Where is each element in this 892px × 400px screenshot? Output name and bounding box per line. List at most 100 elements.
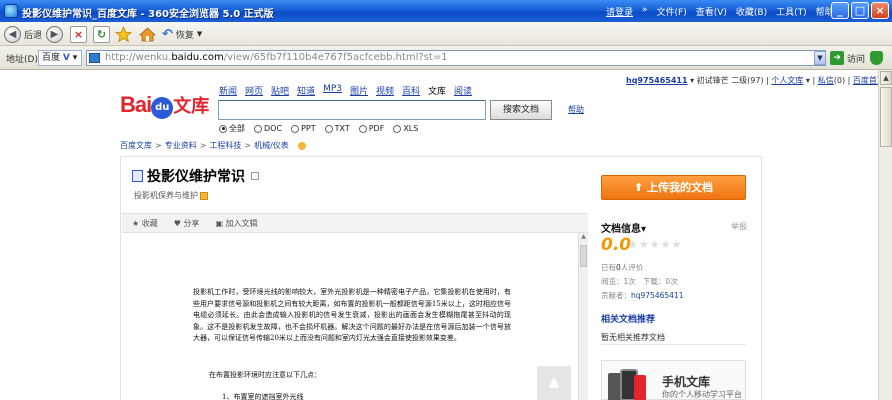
nav-news[interactable]: 新闻: [219, 84, 237, 97]
back-to-top-button[interactable]: ▲: [537, 366, 571, 400]
chevron-down-icon: ▼: [196, 30, 203, 38]
doc-info-icon[interactable]: [251, 172, 259, 180]
home-button[interactable]: [139, 24, 156, 44]
page-scroll-thumb[interactable]: [880, 87, 892, 147]
share-button[interactable]: ♥ 分享: [174, 218, 200, 229]
reader-scroll-thumb[interactable]: [580, 245, 587, 267]
nav-images[interactable]: 图片: [350, 84, 368, 97]
scroll-up-icon[interactable]: ▲: [579, 233, 588, 243]
edit-icon[interactable]: [297, 141, 306, 150]
menu-more[interactable]: »: [642, 5, 648, 18]
mobile-ad-subtitle: 你的个人移动学习平台: [662, 390, 742, 399]
type-filters: 全部 DOC PPT TXT PDF XLS: [219, 123, 418, 134]
scroll-up-icon[interactable]: ▲: [880, 71, 892, 85]
add-to-album-button[interactable]: ▣ 加入文辑: [215, 218, 257, 229]
star-icon[interactable]: ★: [628, 238, 638, 251]
crumb-professional[interactable]: 专业资料: [165, 140, 197, 151]
go-icon: ➜: [830, 51, 844, 65]
title-bar: 投影仪维护常识_百度文库 - 360安全浏览器 5.0 正式版 请登录 » 文件…: [0, 0, 892, 22]
app-icon: [4, 4, 18, 18]
window-controls: _ □ ×: [831, 2, 889, 19]
close-button[interactable]: ×: [871, 2, 889, 19]
radio-icon: [219, 124, 227, 133]
nav-zhidao[interactable]: 知道: [297, 84, 315, 97]
menu-file[interactable]: 文件(F): [657, 5, 687, 18]
filter-txt[interactable]: TXT: [324, 123, 350, 134]
maximize-button[interactable]: □: [851, 2, 869, 19]
radio-icon: [291, 124, 300, 133]
forward-button[interactable]: ▶: [46, 24, 63, 44]
user-bar: hq975465411 ▾ 初试锋芒 二级(97) | 个人文库 ▾ | 私信(…: [626, 75, 878, 86]
menu-view[interactable]: 查看(V): [696, 5, 727, 18]
rating-score: 0.0: [601, 235, 632, 255]
url-dropdown-button[interactable]: ▼: [814, 51, 826, 65]
messages-link[interactable]: 私信: [818, 76, 834, 85]
url-input[interactable]: http://wenku.baidu.com/view/65fb7f110b4e…: [86, 50, 826, 66]
crumb-machinery[interactable]: 机械/仪表: [254, 140, 289, 151]
refresh-button[interactable]: ↻: [93, 24, 110, 44]
nav-web[interactable]: 网页: [245, 84, 263, 97]
star-icon[interactable]: ★: [639, 238, 649, 251]
search-input[interactable]: [218, 100, 486, 120]
search-engine-select[interactable]: 百度 V ▾: [38, 50, 82, 66]
filter-doc[interactable]: DOC: [254, 123, 282, 134]
browser-window: 投影仪维护常识_百度文库 - 360安全浏览器 5.0 正式版 请登录 » 文件…: [0, 0, 892, 400]
back-button[interactable]: ◀ 后退: [4, 24, 42, 44]
search-button[interactable]: 搜索文档: [490, 100, 552, 120]
related-empty-text: 暂无相关推荐文档: [601, 333, 665, 342]
menu-tools[interactable]: 工具(T): [776, 5, 807, 18]
filter-xls[interactable]: XLS: [393, 123, 418, 134]
star-icon[interactable]: ★: [650, 238, 660, 251]
help-link[interactable]: 帮助: [568, 104, 584, 115]
go-button[interactable]: ➜ 访问: [830, 50, 865, 66]
product-nav: 新闻 网页 贴吧 知道 MP3 图片 视频 百科 文库 阅读: [219, 84, 472, 97]
shield-icon[interactable]: [870, 51, 883, 65]
stop-button[interactable]: ×: [70, 24, 87, 44]
favorites-button[interactable]: [115, 24, 132, 44]
login-link[interactable]: 请登录: [606, 5, 633, 18]
nav-video[interactable]: 视频: [376, 84, 394, 97]
radio-icon: [393, 124, 402, 133]
star-icon[interactable]: ★: [661, 238, 671, 251]
logo-paw: du: [151, 97, 174, 119]
baidu-home-link[interactable]: 百度首页: [853, 76, 878, 85]
rating-stars[interactable]: ★ ★ ★ ★ ★: [628, 238, 681, 251]
rating-count: 已有0人评价: [601, 263, 644, 272]
username-link[interactable]: hq975465411: [626, 76, 688, 85]
doc-toolbar: ★ 收藏 ♥ 分享 ▣ 加入文辑: [122, 213, 588, 233]
menu-favorites[interactable]: 收藏(B): [736, 5, 767, 18]
doc-line: 1、布置室的遮挡室外光线: [222, 393, 304, 400]
crumb-wenku[interactable]: 百度文库: [120, 140, 152, 151]
reader-scrollbar[interactable]: ▲: [578, 233, 588, 400]
collect-button[interactable]: ★ 收藏: [132, 218, 158, 229]
page-scrollbar[interactable]: ▲: [878, 70, 892, 400]
mobile-wenku-ad[interactable]: 手机文库 你的个人移动学习平台: [601, 360, 746, 400]
crumb-engineering[interactable]: 工程科技: [209, 140, 241, 151]
address-label: 地址(D): [6, 55, 38, 65]
filter-ppt[interactable]: PPT: [291, 123, 316, 134]
filter-pdf[interactable]: PDF: [358, 123, 384, 134]
mobile-ad-title: 手机文库: [662, 375, 711, 389]
filter-all[interactable]: 全部: [219, 123, 245, 134]
nav-yuedu[interactable]: 阅读: [454, 84, 472, 97]
nav-wenku[interactable]: 文库: [428, 84, 446, 97]
search-engine-label: 百度: [42, 53, 61, 63]
doc-info-heading[interactable]: 文档信息▾: [601, 220, 646, 235]
nav-baike[interactable]: 百科: [402, 84, 420, 97]
report-link[interactable]: 举报: [731, 221, 747, 232]
restore-label: 恢复: [175, 30, 194, 41]
forward-icon: ▶: [46, 25, 63, 43]
minimize-button[interactable]: _: [831, 2, 849, 19]
contributor: 贡献者：hq975465411: [601, 291, 684, 300]
nav-tieba[interactable]: 贴吧: [271, 84, 289, 97]
contributor-link[interactable]: hq975465411: [631, 291, 683, 300]
my-wenku-link[interactable]: 个人文库: [771, 76, 803, 85]
document-icon: [132, 170, 143, 182]
star-icon[interactable]: ★: [672, 238, 682, 251]
message-count: (0) |: [833, 76, 851, 85]
nav-mp3[interactable]: MP3: [323, 84, 342, 97]
restore-button[interactable]: ↶ 恢复 ▼: [162, 24, 202, 44]
upload-button[interactable]: ⬆ 上传我的文档: [601, 175, 746, 200]
baidu-wenku-logo[interactable]: Bai du 文库: [120, 92, 209, 122]
logo-bai: Bai: [120, 92, 152, 117]
